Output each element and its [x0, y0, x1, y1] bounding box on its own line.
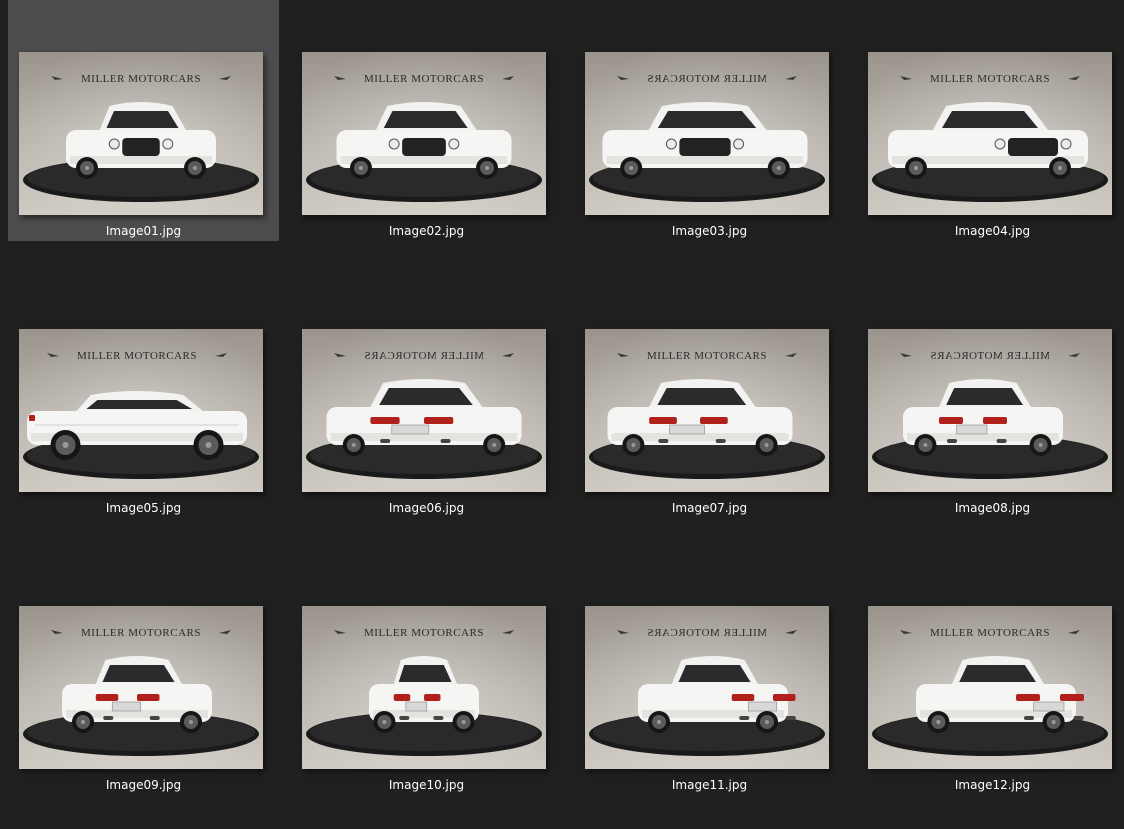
- tail-light: [137, 694, 160, 701]
- file-tile-image04[interactable]: MILLER MOTORCARS Image04.jpg: [857, 0, 1124, 241]
- file-tile-image05[interactable]: MILLER MOTORCARS Image05.jpg: [8, 277, 279, 518]
- tail-light: [939, 417, 963, 424]
- thumbnail-image[interactable]: MILLER MOTORCARS: [868, 329, 1112, 492]
- file-name-label[interactable]: Image08.jpg: [857, 500, 1124, 516]
- headlight: [1060, 138, 1072, 150]
- svg-text:MILLER MOTORCARS: MILLER MOTORCARS: [930, 627, 1050, 639]
- car-photo: MILLER MOTORCARS: [302, 329, 546, 492]
- svg-text:MILLER MOTORCARS: MILLER MOTORCARS: [81, 73, 201, 85]
- file-tile-image02[interactable]: MILLER MOTORCARS Image02.jpg: [291, 0, 562, 241]
- headlight: [388, 138, 400, 150]
- car-photo: MILLER MOTORCARS: [19, 329, 263, 492]
- file-name-label[interactable]: Image03.jpg: [574, 223, 845, 239]
- headlight: [994, 138, 1006, 150]
- front-grille: [122, 138, 160, 156]
- svg-text:MILLER MOTORCARS: MILLER MOTORCARS: [647, 73, 767, 85]
- car-photo: MILLER MOTORCARS: [19, 52, 263, 215]
- svg-text:MILLER MOTORCARS: MILLER MOTORCARS: [77, 350, 197, 362]
- file-name-label[interactable]: Image09.jpg: [8, 777, 279, 793]
- license-plate: [1033, 701, 1065, 712]
- license-plate: [669, 424, 705, 435]
- car-photo: MILLER MOTORCARS: [302, 52, 546, 215]
- headlight: [108, 138, 120, 150]
- file-tile-image07[interactable]: MILLER MOTORCARS Image07.jpg: [574, 277, 845, 518]
- file-name-label[interactable]: Image11.jpg: [574, 777, 845, 793]
- headlight: [733, 138, 745, 150]
- thumbnail-image[interactable]: MILLER MOTORCARS: [585, 606, 829, 769]
- tail-light: [1016, 694, 1040, 701]
- car-photo: MILLER MOTORCARS: [868, 606, 1112, 769]
- tail-light: [983, 417, 1007, 424]
- thumbnail-image[interactable]: MILLER MOTORCARS: [19, 329, 263, 492]
- front-grille: [402, 138, 446, 156]
- file-tile-image01[interactable]: MILLER MOTORCARS Image01.jpg: [8, 0, 279, 241]
- tail-light: [424, 417, 454, 424]
- thumbnail-image[interactable]: MILLER MOTORCARS: [868, 606, 1112, 769]
- svg-text:MILLER MOTORCARS: MILLER MOTORCARS: [81, 627, 201, 639]
- thumbnail-image[interactable]: MILLER MOTORCARS: [302, 52, 546, 215]
- headlight: [448, 138, 460, 150]
- svg-text:MILLER MOTORCARS: MILLER MOTORCARS: [364, 73, 484, 85]
- file-tile-image06[interactable]: MILLER MOTORCARS Image06.jpg: [291, 277, 562, 518]
- file-tile-image12[interactable]: MILLER MOTORCARS Image12.jpg: [857, 554, 1124, 795]
- file-thumbnail-grid: MILLER MOTORCARS Image01.jpg MILLER MOTO…: [0, 0, 1124, 829]
- car-photo: MILLER MOTORCARS: [585, 606, 829, 769]
- license-plate: [956, 424, 988, 435]
- svg-text:MILLER MOTORCARS: MILLER MOTORCARS: [930, 73, 1050, 85]
- file-tile-image11[interactable]: MILLER MOTORCARS Image11.jpg: [574, 554, 845, 795]
- thumbnail-image[interactable]: MILLER MOTORCARS: [302, 329, 546, 492]
- file-name-label[interactable]: Image01.jpg: [8, 223, 279, 239]
- tail-light: [773, 694, 796, 701]
- car-photo: MILLER MOTORCARS: [302, 606, 546, 769]
- tail-light: [424, 694, 441, 701]
- thumbnail-image[interactable]: MILLER MOTORCARS: [585, 52, 829, 215]
- svg-text:MILLER MOTORCARS: MILLER MOTORCARS: [930, 350, 1050, 362]
- headlight: [665, 138, 677, 150]
- file-name-label[interactable]: Image02.jpg: [291, 223, 562, 239]
- file-name-label[interactable]: Image12.jpg: [857, 777, 1124, 793]
- thumbnail-image[interactable]: MILLER MOTORCARS: [19, 52, 263, 215]
- license-plate: [405, 701, 428, 712]
- tail-light: [731, 694, 755, 701]
- svg-text:MILLER MOTORCARS: MILLER MOTORCARS: [364, 627, 484, 639]
- file-tile-image10[interactable]: MILLER MOTORCARS Image10.jpg: [291, 554, 562, 795]
- svg-text:MILLER MOTORCARS: MILLER MOTORCARS: [647, 627, 767, 639]
- license-plate: [391, 424, 430, 435]
- car-photo: MILLER MOTORCARS: [19, 606, 263, 769]
- tail-light: [1060, 694, 1084, 701]
- file-tile-image09[interactable]: MILLER MOTORCARS Image09.jpg: [8, 554, 279, 795]
- car-photo: MILLER MOTORCARS: [585, 52, 829, 215]
- tail-light: [393, 694, 411, 701]
- car-photo: MILLER MOTORCARS: [585, 329, 829, 492]
- license-plate: [747, 701, 778, 712]
- file-name-label[interactable]: Image04.jpg: [857, 223, 1124, 239]
- tail-light: [700, 417, 728, 424]
- thumbnail-image[interactable]: MILLER MOTORCARS: [302, 606, 546, 769]
- file-name-label[interactable]: Image10.jpg: [291, 777, 562, 793]
- file-name-label[interactable]: Image06.jpg: [291, 500, 562, 516]
- front-grille: [1008, 138, 1058, 156]
- car-photo: MILLER MOTORCARS: [868, 329, 1112, 492]
- file-tile-image08[interactable]: MILLER MOTORCARS Image08.jpg: [857, 277, 1124, 518]
- tail-light: [649, 417, 677, 424]
- file-name-label[interactable]: Image07.jpg: [574, 500, 845, 516]
- front-grille: [679, 138, 731, 156]
- tail-light: [370, 417, 400, 424]
- headlight: [162, 138, 174, 150]
- thumbnail-image[interactable]: MILLER MOTORCARS: [19, 606, 263, 769]
- thumbnail-image[interactable]: MILLER MOTORCARS: [585, 329, 829, 492]
- thumbnail-image[interactable]: MILLER MOTORCARS: [868, 52, 1112, 215]
- svg-text:MILLER MOTORCARS: MILLER MOTORCARS: [647, 350, 767, 362]
- svg-text:MILLER MOTORCARS: MILLER MOTORCARS: [364, 350, 484, 362]
- file-name-label[interactable]: Image05.jpg: [8, 500, 279, 516]
- file-tile-image03[interactable]: MILLER MOTORCARS Image03.jpg: [574, 0, 845, 241]
- car-photo: MILLER MOTORCARS: [868, 52, 1112, 215]
- license-plate: [111, 701, 142, 712]
- tail-light: [95, 694, 119, 701]
